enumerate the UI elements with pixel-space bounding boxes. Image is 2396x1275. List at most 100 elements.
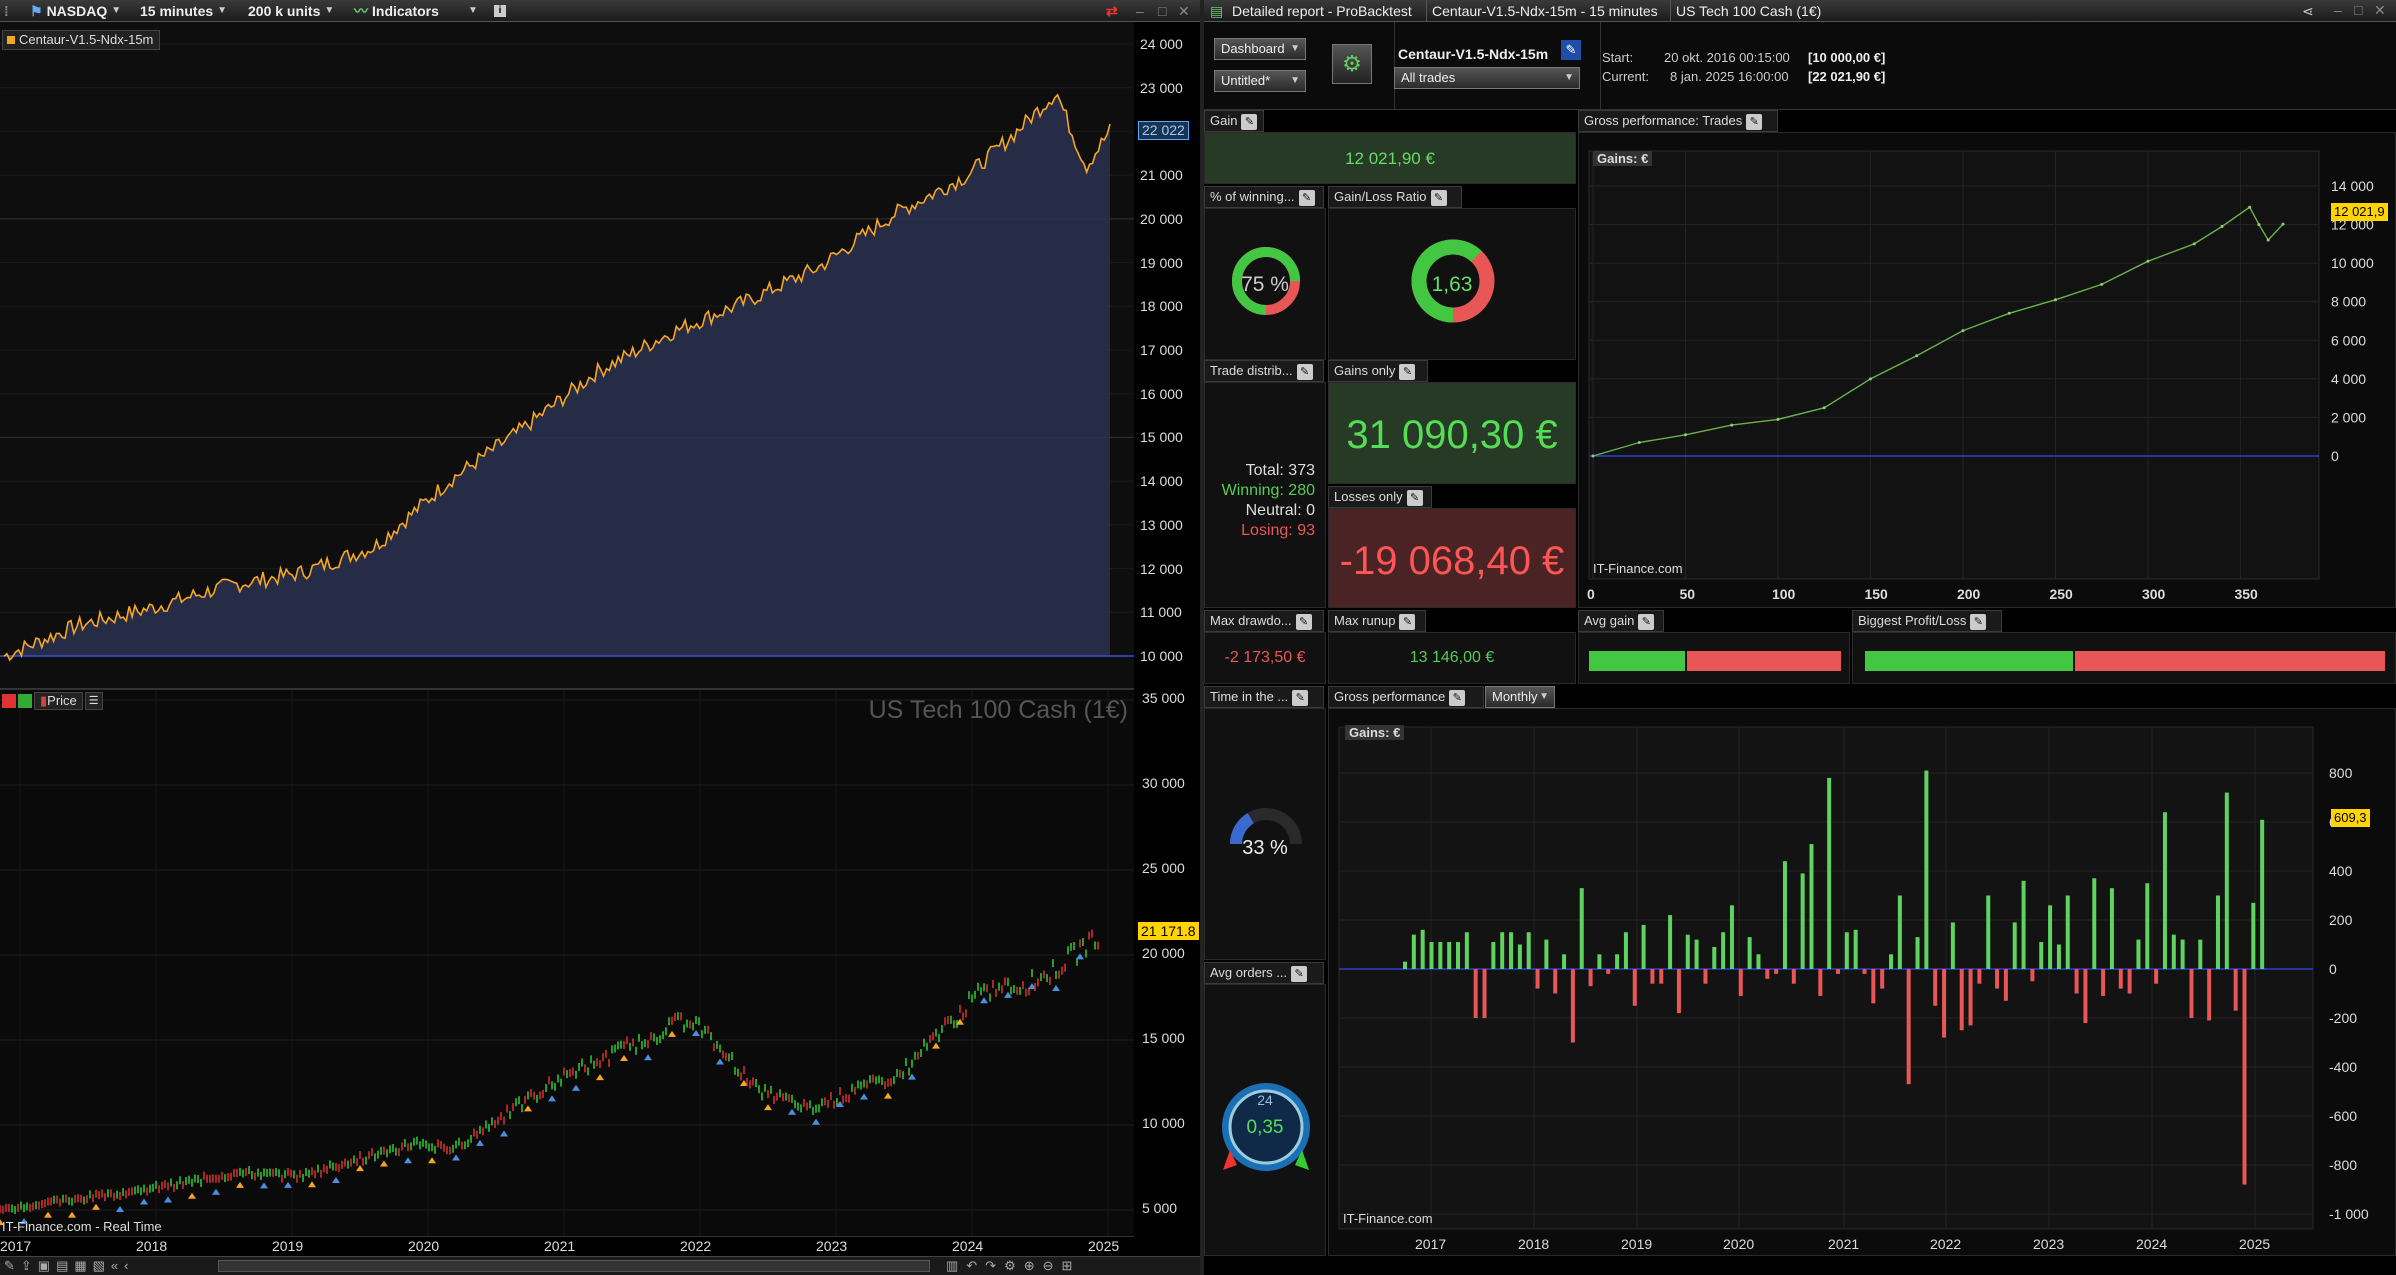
view-select[interactable]: Dashboard ▼ <box>1214 38 1306 60</box>
backtest-settings-icon[interactable]: ⚙ <box>1332 44 1372 84</box>
wrench-icon[interactable]: ✎ <box>1449 689 1466 706</box>
market-selector[interactable]: ⚑ NASDAQ ▼ <box>30 2 121 20</box>
monthly-bar <box>2127 969 2132 994</box>
add-icon[interactable] <box>18 694 32 708</box>
wrench-icon[interactable]: ✎ <box>1399 613 1416 630</box>
minimize-icon[interactable]: – <box>2334 2 2342 18</box>
avg-orders-header[interactable]: Avg orders ... ✎ <box>1204 962 1324 984</box>
indicators-button[interactable]: 〰 Indicators <box>354 2 439 20</box>
period-select[interactable]: Monthly ▼ <box>1485 686 1555 708</box>
gain-header[interactable]: Gain ✎ <box>1204 110 1264 132</box>
indicators-label: Indicators <box>372 3 439 19</box>
wrench-icon[interactable]: ✎ <box>1291 965 1308 982</box>
winning-cell: 75 % <box>1204 208 1326 360</box>
wrench-icon[interactable]: ✎ <box>1746 113 1763 130</box>
monthly-bar <box>1959 969 1964 1031</box>
chart-scrollbar[interactable] <box>218 1260 930 1272</box>
sync-icon[interactable]: ⇄ <box>1106 2 1118 20</box>
drag-handle-icon[interactable]: ⁞ <box>4 2 9 20</box>
trades-point <box>1683 433 1687 437</box>
distribution-header[interactable]: Trade distrib... ✎ <box>1204 360 1324 382</box>
close-icon[interactable]: ✕ <box>1178 2 1190 20</box>
wrench-icon[interactable]: ✎ <box>1298 189 1315 206</box>
wrench-icon[interactable]: ✎ <box>1295 613 1312 630</box>
price-legend-bar: ▮Price ☰ <box>2 692 103 710</box>
trade-arrow-icon <box>116 1205 124 1212</box>
chart-tool-icons[interactable]: ✎⇪▣▤▦▧«‹ <box>4 1258 134 1274</box>
winning-header[interactable]: % of winning... ✎ <box>1204 186 1324 208</box>
wrench-icon[interactable]: ✎ <box>1296 363 1313 380</box>
gross-monthly-chart: 8006004002000-200-400-600-800-1 00020172… <box>1338 726 2369 1252</box>
monthly-bar <box>1968 969 1973 1026</box>
units-selector[interactable]: 200 k units ▼ <box>248 2 334 20</box>
untitled-select[interactable]: Untitled* ▼ <box>1214 70 1306 92</box>
monthly-bar <box>1836 969 1840 974</box>
gains-only-header[interactable]: Gains only ✎ <box>1328 360 1428 382</box>
maximize-icon[interactable]: □ <box>1158 2 1166 20</box>
equity-curve-chart <box>0 43 1134 662</box>
remove-icon[interactable] <box>2 694 16 708</box>
edit-system-icon[interactable]: ✎ <box>1561 40 1581 60</box>
monthly-bar <box>2118 969 2123 989</box>
trades-point <box>1637 441 1641 444</box>
price-y-axis[interactable]: 35 000 30 000 25 000 20 000 15 000 10 000 5 00… <box>1134 688 1200 1236</box>
time-in-market-value: 33 % <box>1242 837 1288 859</box>
monthly-bar <box>1800 873 1805 969</box>
monthly-bar <box>2215 895 2220 969</box>
system-name: Centaur-V1.5-Ndx-15m <box>1398 46 1549 62</box>
losses-only-header[interactable]: Losses only ✎ <box>1328 486 1432 508</box>
gross-trades-source: IT-Finance.com <box>1593 561 1683 576</box>
time-in-market-header[interactable]: Time in the ... ✎ <box>1204 686 1324 708</box>
wrench-icon[interactable]: ✎ <box>1970 613 1987 630</box>
wrench-icon[interactable]: ✎ <box>1638 613 1655 630</box>
share-icon[interactable]: ⋖ <box>2302 3 2314 20</box>
indicators-dropdown[interactable]: ▼ <box>468 2 478 20</box>
gross-monthly-header[interactable]: Gross performance ✎ <box>1328 686 1484 708</box>
info-icon[interactable]: i <box>494 2 506 20</box>
avg-gain-header[interactable]: Avg gain ✎ <box>1578 610 1664 632</box>
biggest-header[interactable]: Biggest Profit/Loss ✎ <box>1852 610 2002 632</box>
close-icon[interactable]: ✕ <box>2374 2 2386 19</box>
system-tab[interactable]: Centaur-V1.5-Ndx-15m - 15 minutes <box>1432 3 1658 19</box>
gross-trades-title: Gross performance: Trades <box>1584 113 1743 128</box>
wrench-icon[interactable]: ✎ <box>1399 363 1416 380</box>
losses-only-value: -19 068,40 € <box>1339 539 1565 583</box>
monthly-bar <box>1906 969 1911 1085</box>
x-axis-tick: 2023 <box>2033 1236 2064 1252</box>
trade-arrow-icon <box>284 1181 292 1188</box>
market-flag-icon: ⚑ <box>30 3 43 19</box>
gross-trades-header[interactable]: Gross performance: Trades ✎ <box>1578 110 1778 132</box>
y-axis-tick: 6 000 <box>2331 332 2366 348</box>
timeframe-selector[interactable]: 15 minutes ▼ <box>140 2 227 20</box>
y-axis-tick: 15 000 <box>1142 1030 1185 1046</box>
y-axis-tick: 20 000 <box>1142 945 1185 961</box>
maximize-icon[interactable]: □ <box>2354 2 2362 18</box>
trades-select[interactable]: All trades ▼ <box>1394 67 1580 89</box>
trade-arrow-icon <box>428 1157 436 1164</box>
monthly-bar <box>1676 969 1681 1014</box>
zoom-tool-icons[interactable]: ▥↶↷⚙⊕⊖⊞ <box>946 1258 1080 1274</box>
x-axis-tick: 100 <box>1772 586 1796 602</box>
wrench-icon[interactable]: ✎ <box>1430 189 1447 206</box>
wrench-icon[interactable]: ✎ <box>1292 689 1309 706</box>
monthly-bar <box>1791 969 1796 984</box>
price-legend[interactable]: ▮Price <box>34 692 83 710</box>
view-select-value: Dashboard <box>1221 41 1285 56</box>
monthly-bar <box>1871 969 1876 1004</box>
wrench-icon[interactable]: ✎ <box>1406 489 1423 506</box>
ratio-header[interactable]: Gain/Loss Ratio ✎ <box>1328 186 1462 208</box>
monthly-bar <box>1924 770 1929 969</box>
list-icon[interactable]: ☰ <box>84 692 103 710</box>
current-date: 8 jan. 2025 16:00:00 <box>1670 69 1789 84</box>
drawdown-header[interactable]: Max drawdo... ✎ <box>1204 610 1324 632</box>
report-icon: ▤ <box>1210 3 1224 19</box>
winning-value: 75 % <box>1241 273 1289 296</box>
instrument-tab[interactable]: US Tech 100 Cash (1€) <box>1676 3 1821 19</box>
time-axis[interactable]: 2017 2018 2019 2020 2021 2022 2023 2024 2025 <box>0 1236 1134 1256</box>
wrench-icon[interactable]: ✎ <box>1241 113 1258 130</box>
strategy-legend[interactable]: Centaur-V1.5-Ndx-15m <box>2 30 161 50</box>
trade-arrow-icon <box>212 1188 220 1195</box>
monthly-bar <box>1738 969 1743 996</box>
runup-header[interactable]: Max runup ✎ <box>1328 610 1426 632</box>
minimize-icon[interactable]: – <box>1136 2 1144 20</box>
